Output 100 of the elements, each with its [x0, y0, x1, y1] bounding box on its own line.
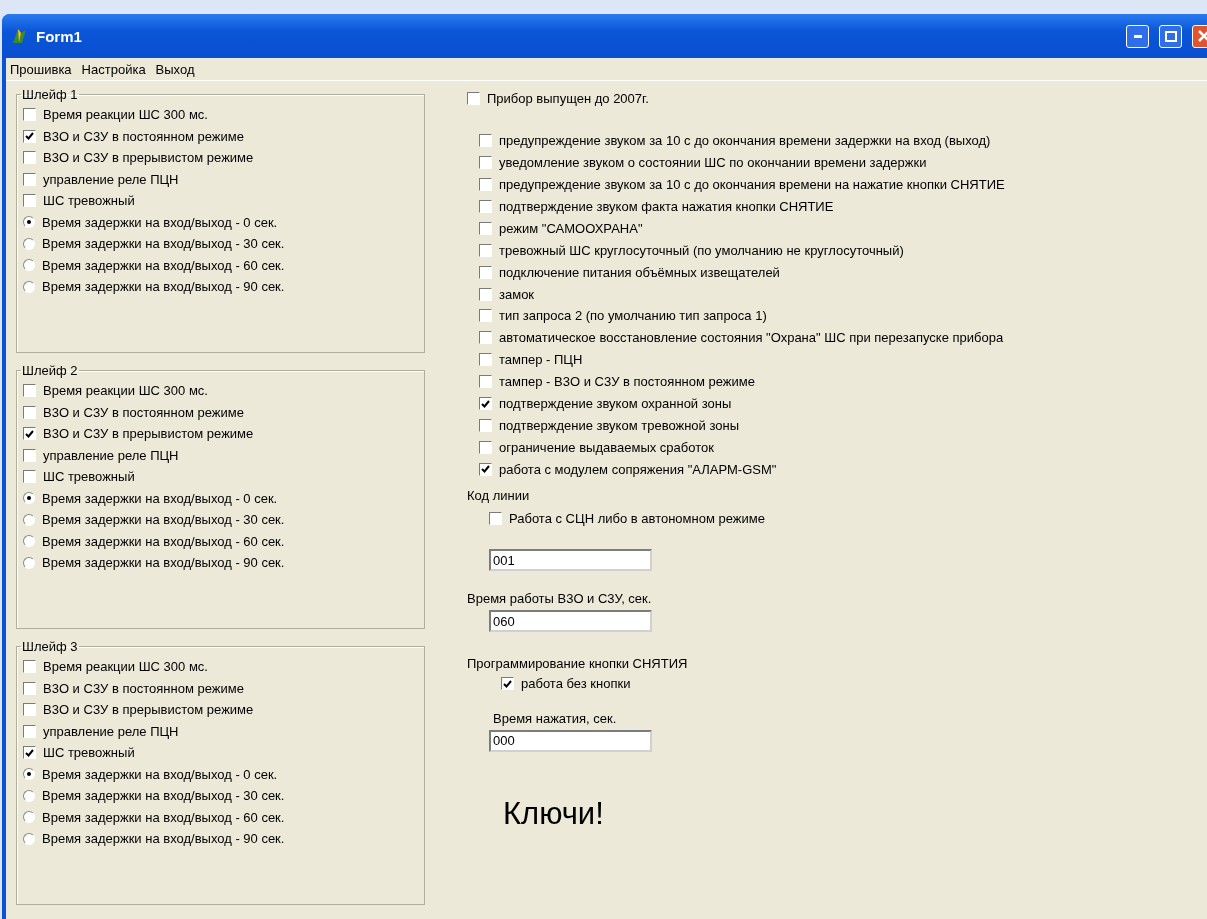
checkbox-label: Время реакции ШС 300 мс.: [43, 107, 208, 123]
maximize-button[interactable]: [1159, 24, 1182, 48]
radio-button[interactable]: [23, 556, 35, 569]
radio-button[interactable]: [23, 768, 35, 781]
menu-item[interactable]: Выход: [155, 62, 195, 77]
radio-label: Время задержки на вход/выход - 0 сек.: [42, 490, 278, 506]
checkbox[interactable]: [23, 448, 36, 462]
radio-button[interactable]: [23, 216, 35, 229]
checkbox[interactable]: [23, 470, 36, 484]
checkbox-label: тревожный ШС круглосуточный (по умолчанию не круглосуточный): [499, 242, 904, 258]
minimize-button[interactable]: [1126, 24, 1149, 48]
checkbox-label: Время реакции ШС 300 мс.: [43, 383, 208, 399]
checkbox-label: В3О и С3У в прерывистом режиме: [43, 702, 254, 718]
menu-item[interactable]: Настройка: [81, 62, 146, 77]
checkbox[interactable]: [479, 156, 492, 170]
radio-label: Время задержки на вход/выход - 60 сек.: [42, 533, 285, 549]
checkbox[interactable]: [479, 134, 492, 148]
checkbox[interactable]: [23, 724, 36, 738]
radio-label: Время задержки на вход/выход - 90 сек.: [42, 279, 285, 295]
checkbox-label: уведомление звуком о состоянии ШС по окончании времени задержки: [499, 155, 927, 171]
checkbox-label: замок: [499, 286, 535, 302]
radio-label: Время задержки на вход/выход - 30 сек.: [42, 236, 285, 252]
close-icon: [1197, 30, 1207, 42]
checkbox[interactable]: [23, 129, 36, 143]
checkbox-label: В3О и С3У в постоянном режиме: [43, 680, 244, 696]
checkbox-label: тампер - В3О и С3У в постоянном режиме: [499, 374, 755, 390]
keys-label: Ключи!: [503, 795, 605, 832]
radio-button[interactable]: [23, 832, 35, 845]
radio-button[interactable]: [23, 492, 35, 505]
work-time-field[interactable]: 060: [489, 610, 652, 633]
checkbox-label: Работа с СЦН либо в автономном режиме: [509, 510, 765, 526]
checkbox-label: управление реле ПЦН: [43, 171, 179, 187]
checkbox-label: В3О и С3У в прерывистом режиме: [43, 426, 254, 442]
checkbox-label: ограничение выдаваемых сработок: [499, 439, 714, 455]
checkbox-label: предупреждение звуком за 10 с до окончания времени задержки на вход (выход): [499, 133, 991, 149]
checkbox-label: предупреждение звуком за 10 с до окончания времени на нажатие кнопки СНЯТИЕ: [499, 177, 1005, 193]
radio-label: Время задержки на вход/выход - 90 сек.: [42, 555, 285, 571]
checkbox-label: В3О и С3У в постоянном режиме: [43, 404, 244, 420]
radio-label: Время задержки на вход/выход - 0 сек.: [42, 766, 278, 782]
checkbox[interactable]: [23, 108, 36, 122]
checkbox[interactable]: [479, 287, 492, 301]
checkbox[interactable]: [479, 178, 492, 192]
checkbox[interactable]: [467, 92, 480, 106]
checkbox[interactable]: [479, 440, 492, 454]
radio-button[interactable]: [23, 789, 35, 802]
checkbox[interactable]: [479, 375, 492, 389]
radio-label: Время задержки на вход/выход - 30 сек.: [42, 512, 285, 528]
checkbox[interactable]: [479, 309, 492, 323]
checkbox-label: ШС тревожный: [43, 193, 135, 209]
window-title: Form1: [36, 27, 83, 45]
checkbox[interactable]: [479, 221, 492, 235]
checkbox[interactable]: [23, 427, 36, 441]
checkbox[interactable]: [23, 660, 36, 674]
checkbox[interactable]: [23, 405, 36, 419]
checkbox[interactable]: [479, 397, 492, 410]
checkbox[interactable]: [23, 172, 36, 186]
checkbox[interactable]: [501, 677, 514, 691]
checkbox-label: подтверждение звуком охранной зоны: [499, 396, 732, 411]
checkbox[interactable]: [23, 746, 36, 760]
checkbox-label: управление реле ПЦН: [43, 447, 179, 463]
checkbox[interactable]: [479, 353, 492, 367]
checkbox[interactable]: [23, 703, 36, 717]
section-label: Время работы В3О и С3У, сек.: [467, 591, 653, 607]
checkbox[interactable]: [479, 331, 492, 345]
checkbox[interactable]: [23, 681, 36, 695]
radio-button[interactable]: [23, 513, 35, 526]
radio-button[interactable]: [23, 237, 35, 250]
checkbox[interactable]: [479, 418, 492, 432]
checkbox[interactable]: [489, 511, 502, 525]
group-title: Шлейф 1: [21, 87, 79, 102]
group-title: Шлейф 2: [21, 363, 79, 378]
group-title: Шлейф 3: [21, 639, 79, 654]
checkbox-label: ШС тревожный: [43, 469, 135, 485]
checkbox-label: режим "САМООХРАНА": [499, 220, 643, 236]
checkbox-label: управление реле ПЦН: [43, 723, 179, 739]
line-code-field[interactable]: 001: [489, 549, 652, 572]
checkbox[interactable]: [479, 200, 492, 213]
radio-button[interactable]: [23, 535, 35, 548]
checkbox[interactable]: [479, 243, 492, 257]
checkbox-label: Прибор выпущен до 2007г.: [487, 91, 649, 107]
checkbox[interactable]: [479, 265, 492, 279]
radio-label: Время задержки на вход/выход - 0 сек.: [42, 214, 278, 230]
radio-button[interactable]: [23, 280, 35, 293]
radio-label: Время задержки на вход/выход - 90 сек.: [42, 831, 285, 847]
checkbox[interactable]: [23, 151, 36, 165]
minimize-icon: [1133, 34, 1142, 38]
checkbox[interactable]: [23, 194, 36, 208]
field-label: Время нажатия, сек.: [493, 710, 618, 726]
app-icon: [10, 27, 28, 45]
checkbox[interactable]: [479, 462, 492, 476]
checkbox[interactable]: [23, 384, 36, 398]
menu-item[interactable]: Прошивка: [10, 62, 72, 77]
checkbox-label: работа с модулем сопряжения "АЛАРМ-GSM": [499, 461, 777, 477]
checkbox-label: автоматическое восстановление состояния "Охрана" ШС при перезапуске прибора: [499, 330, 1004, 346]
press-time-field[interactable]: 000: [489, 729, 652, 752]
checkbox-label: В3О и С3У в прерывистом режиме: [43, 150, 254, 166]
radio-button[interactable]: [23, 811, 35, 824]
checkbox-label: ШС тревожный: [43, 745, 135, 761]
checkbox-label: Время реакции ШС 300 мс.: [43, 659, 208, 675]
radio-button[interactable]: [23, 259, 35, 272]
